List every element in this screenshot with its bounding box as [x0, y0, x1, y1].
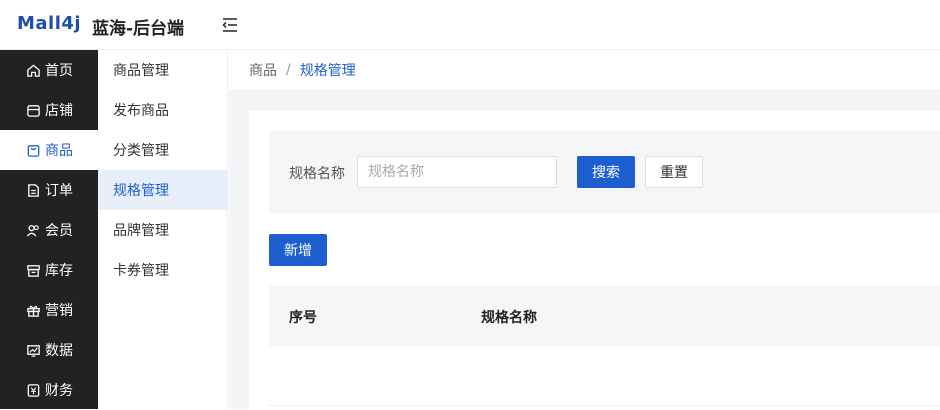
brand-title: 蓝海-后台端 [92, 19, 185, 39]
sidebar-item-order[interactable]: 订单 [0, 170, 98, 210]
submenu-item-goods-manage[interactable]: 商品管理 [98, 50, 227, 90]
search-label: 规格名称 [289, 166, 345, 182]
member-icon [26, 224, 39, 237]
sidebar-item-stock[interactable]: 库存 [0, 250, 98, 290]
sidebar-item-member[interactable]: 会员 [0, 210, 98, 250]
breadcrumb-parent[interactable]: 商品 [249, 60, 277, 80]
logo: Mall4j [17, 13, 82, 34]
breadcrumb: 商品 / 规格管理 [229, 50, 940, 91]
order-icon [28, 183, 39, 197]
sidebar-item-label: 店铺 [45, 103, 73, 119]
submenu-item-category-manage[interactable]: 分类管理 [98, 130, 227, 170]
spec-name-input[interactable] [357, 156, 557, 188]
search-form: 规格名称 搜索 重置 [269, 131, 940, 214]
top-header: Mall4j 蓝海-后台端 [0, 0, 940, 50]
submenu-item-coupon-manage[interactable]: 卡券管理 [98, 250, 227, 290]
sidebar-item-label: 会员 [45, 223, 73, 239]
sidebar-item-data[interactable]: 数据 [0, 330, 98, 370]
sidebar-item-label: 库存 [45, 263, 73, 279]
column-header-index: 序号 [289, 310, 317, 326]
content-card: 规格名称 搜索 重置 新增 序号 规格名称 [249, 111, 940, 409]
search-button[interactable]: 搜索 [577, 156, 635, 188]
sidebar-item-label: 首页 [45, 63, 73, 79]
table-header: 序号 规格名称 [269, 286, 940, 346]
shop-icon [27, 104, 40, 117]
add-button[interactable]: 新增 [269, 234, 327, 266]
reset-button[interactable]: 重置 [645, 156, 703, 188]
bag-icon [27, 144, 40, 157]
sidebar-item-label: 订单 [45, 183, 73, 199]
submenu-item-brand-manage[interactable]: 品牌管理 [98, 210, 227, 250]
sidebar-item-label: 商品 [45, 143, 73, 159]
sub-menu: 商品管理 发布商品 分类管理 规格管理 品牌管理 卡券管理 [98, 50, 228, 409]
submenu-item-spec-manage[interactable]: 规格管理 [98, 170, 227, 210]
column-header-spec-name: 规格名称 [481, 310, 537, 326]
sidebar-item-shop[interactable]: 店铺 [0, 90, 98, 130]
home-icon [27, 63, 40, 77]
breadcrumb-separator: / [286, 62, 291, 78]
sidebar-item-label: 数据 [45, 343, 73, 359]
main-content: 商品 / 规格管理 规格名称 搜索 重置 新增 序号 规格名称 [229, 50, 940, 409]
sidebar-item-finance[interactable]: 财务 [0, 370, 98, 410]
submenu-item-publish-goods[interactable]: 发布商品 [98, 90, 227, 130]
sidebar-item-label: 财务 [45, 383, 73, 399]
sidebar-item-marketing[interactable]: 营销 [0, 290, 98, 330]
breadcrumb-current: 规格管理 [299, 63, 356, 79]
sidebar-item-goods[interactable]: 商品 [0, 130, 98, 170]
chart-icon [27, 344, 40, 357]
sidebar-item-label: 营销 [45, 303, 73, 319]
main-sidebar: 首页 店铺 商品 订单 会员 库存 营销 数据 财务 [0, 50, 98, 409]
finance-icon [27, 383, 40, 397]
stock-icon [27, 264, 40, 277]
collapse-menu-icon[interactable] [221, 16, 239, 34]
gift-icon [27, 305, 40, 317]
sidebar-item-home[interactable]: 首页 [0, 50, 98, 90]
table-body [269, 346, 940, 406]
